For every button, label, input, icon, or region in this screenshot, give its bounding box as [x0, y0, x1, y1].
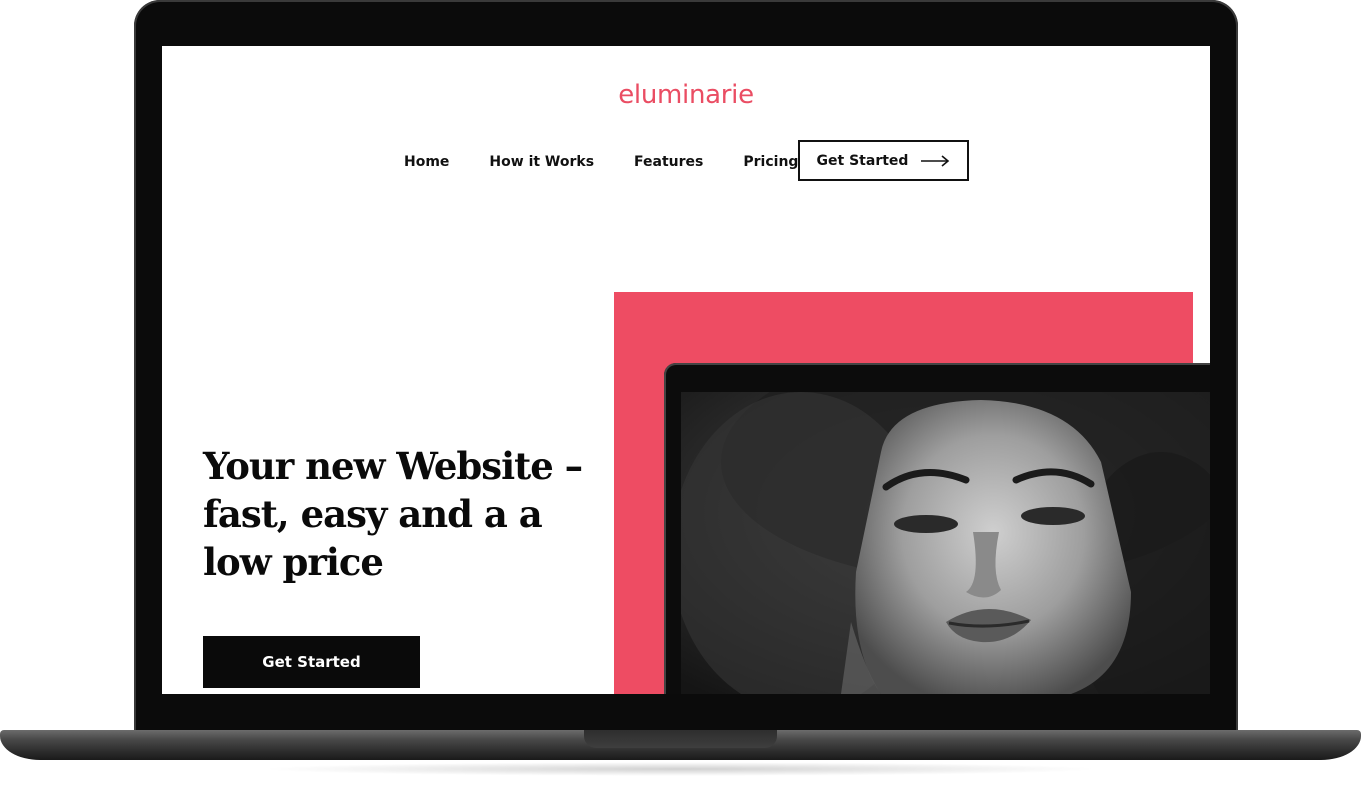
arrow-right-icon	[921, 154, 950, 167]
nav-get-started-label: Get Started	[816, 152, 909, 169]
nav-get-started-button[interactable]: Get Started	[798, 140, 969, 181]
nav-link-features[interactable]: Features	[634, 154, 703, 170]
main-navigation: Home How it Works Features Pricing	[404, 152, 838, 172]
laptop-notch	[584, 730, 777, 748]
laptop-screen: eluminarie Home How it Works Features Pr…	[162, 46, 1210, 694]
portrait-photo	[681, 392, 1210, 694]
laptop-shadow	[260, 762, 1100, 776]
hero-get-started-button[interactable]: Get Started	[203, 636, 420, 688]
hero-title: Your new Website – fast, easy and a a lo…	[203, 444, 583, 584]
nav-link-pricing[interactable]: Pricing	[743, 154, 798, 170]
nav-link-home[interactable]: Home	[404, 154, 449, 170]
nav-link-how-it-works[interactable]: How it Works	[489, 154, 594, 170]
brand-logo[interactable]: eluminarie	[162, 80, 1210, 110]
